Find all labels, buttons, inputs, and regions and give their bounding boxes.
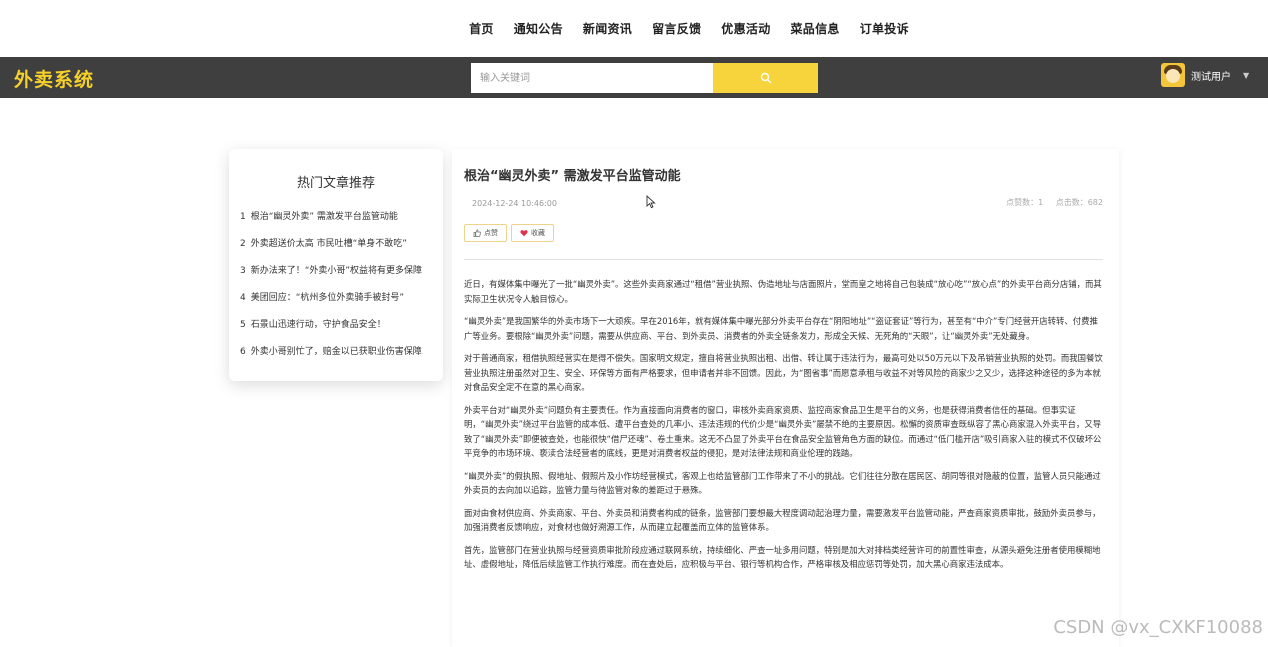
list-item[interactable]: 1 根治“幽灵外卖” 需激发平台监管动能 <box>240 211 433 238</box>
mouse-cursor-icon <box>646 195 656 209</box>
list-item[interactable]: 6 外卖小哥别忙了，赔金以已获职业伤害保障 <box>240 346 433 373</box>
nav-item-promotions[interactable]: 优惠活动 <box>721 20 770 37</box>
article-panel: 根治“幽灵外卖” 需激发平台监管动能 2024-12-24 10:46:00 点… <box>452 149 1119 647</box>
click-count: 点击数：682 <box>1055 198 1103 207</box>
article-date: 2024-12-24 10:46:00 <box>472 199 557 208</box>
article-paragraph: “幽灵外卖”是我国繁华的外卖市场下一大顽疾。早在2016年，就有媒体集中曝光部分… <box>464 316 1098 341</box>
search-input[interactable] <box>471 63 713 93</box>
list-item[interactable]: 2 外卖超送价太高 市民吐槽“单身不敢吃” <box>240 238 433 265</box>
like-count: 点赞数：1 <box>1006 198 1044 207</box>
list-item[interactable]: 3 新办法来了！“外卖小哥”权益将有更多保障 <box>240 265 433 292</box>
list-item[interactable]: 5 石景山迅速行动，守护食品安全！ <box>240 319 433 346</box>
top-nav: 首页 通知公告 新闻资讯 留言反馈 优惠活动 菜品信息 订单投诉 <box>0 0 1268 57</box>
nav-item-complaints[interactable]: 订单投诉 <box>860 20 909 37</box>
header-bar: 外卖系统 测试用户 ▼ <box>0 57 1268 98</box>
thumbs-up-icon <box>473 229 481 237</box>
nav-item-feedback[interactable]: 留言反馈 <box>652 20 701 37</box>
article-paragraph: “幽灵外卖”的假执照、假地址、假照片及小作坊经营模式，客观上也给监管部门工作带来… <box>464 470 1101 496</box>
user-menu[interactable]: 测试用户 ▼ <box>1161 63 1249 87</box>
nav-item-notices[interactable]: 通知公告 <box>514 20 563 37</box>
user-name[interactable]: 测试用户 <box>1191 68 1231 83</box>
list-item[interactable]: 4 美团回应：“杭州多位外卖骑手被封号” <box>240 292 433 319</box>
divider <box>464 259 1103 260</box>
watermark: CSDN @vx_CXKF10088 <box>1053 617 1263 638</box>
hot-articles-title: 热门文章推荐 <box>296 176 375 191</box>
article-body: 近日，有媒体集中曝光了一批“幽灵外卖”。这些外卖商家通过“租借”营业执照、伪造地… <box>464 277 1103 580</box>
search-box <box>471 63 818 93</box>
hot-articles-panel: 热门文章推荐 1 根治“幽灵外卖” 需激发平台监管动能 2 外卖超送价太高 市民吐槽… <box>229 149 443 381</box>
nav-item-home[interactable]: 首页 <box>469 20 494 37</box>
article-paragraph: 对于普通商家，租借执照经营实在是得不偿失。国家明文规定，擅自将营业执照出租、出借… <box>464 353 1103 392</box>
article-paragraph: 面对由食材供应商、外卖商家、平台、外卖员和消费者构成的链条，监管部门要想最大程度… <box>464 507 1101 533</box>
article-paragraph: 外卖平台对“幽灵外卖”问题负有主要责任。作为直接面向消费者的窗口，审核外卖商家资… <box>464 404 1102 459</box>
article-paragraph: 近日，有媒体集中曝光了一批“幽灵外卖”。这些外卖商家通过“租借”营业执照、伪造地… <box>464 279 1102 304</box>
article-paragraph: 首先，监管部门在营业执照与经营资质审批阶段应通过联网系统，持续细化、严查一址多用… <box>464 544 1101 570</box>
avatar[interactable] <box>1161 63 1185 87</box>
article-actions: 点赞 收藏 <box>464 224 554 242</box>
heart-icon <box>520 230 528 237</box>
article-stats: 点赞数：1 点击数：682 <box>996 197 1103 208</box>
hot-articles-list: 1 根治“幽灵外卖” 需激发平台监管动能 2 外卖超送价太高 市民吐槽“单身不敢吃”… <box>229 211 443 373</box>
collect-button[interactable]: 收藏 <box>511 224 554 242</box>
search-icon <box>760 72 771 84</box>
like-button[interactable]: 点赞 <box>464 224 507 242</box>
brand-logo[interactable]: 外卖系统 <box>14 65 94 92</box>
chevron-down-icon[interactable]: ▼ <box>1243 71 1249 80</box>
nav-item-dishes[interactable]: 菜品信息 <box>791 20 840 37</box>
article-title: 根治“幽灵外卖” 需激发平台监管动能 <box>464 169 681 184</box>
search-button[interactable] <box>713 63 818 93</box>
nav-item-news[interactable]: 新闻资讯 <box>583 20 632 37</box>
